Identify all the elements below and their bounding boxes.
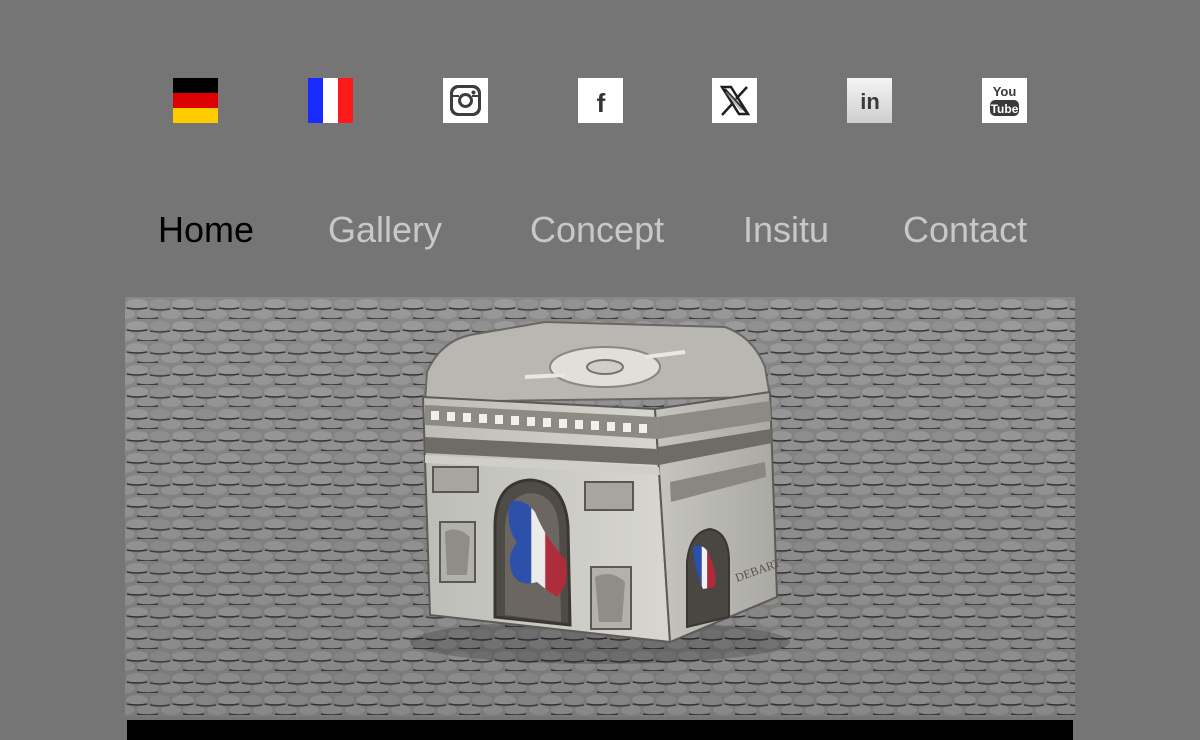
linkedin-letters: in xyxy=(860,89,880,114)
flag-france-icon[interactable] xyxy=(308,78,353,123)
instagram-icon[interactable] xyxy=(443,78,488,123)
language-social-bar: f in You Tube xyxy=(0,0,1200,140)
hero-image: DEBART xyxy=(125,297,1075,717)
arc-de-triomphe-sculpture-illustration: DEBART xyxy=(125,297,1075,717)
page: f in You Tube Home Gallery Concept Insit… xyxy=(0,0,1200,740)
youtube-bottom-text: Tube xyxy=(991,102,1019,116)
nav-item-contact[interactable]: Contact xyxy=(903,210,1027,250)
youtube-top-text: You xyxy=(993,84,1017,99)
linkedin-icon[interactable]: in xyxy=(847,78,892,123)
main-nav: Home Gallery Concept Insitu Contact xyxy=(0,200,1200,260)
youtube-icon[interactable]: You Tube xyxy=(982,78,1027,123)
facebook-icon[interactable]: f xyxy=(578,78,623,123)
flag-germany-icon[interactable] xyxy=(173,78,218,123)
nav-item-concept[interactable]: Concept xyxy=(530,210,664,250)
x-twitter-icon[interactable] xyxy=(712,78,757,123)
nav-item-gallery[interactable]: Gallery xyxy=(328,210,442,250)
nav-item-insitu[interactable]: Insitu xyxy=(743,210,829,250)
caption-strip xyxy=(127,720,1073,740)
facebook-letter: f xyxy=(597,88,606,118)
nav-item-home[interactable]: Home xyxy=(158,210,254,250)
